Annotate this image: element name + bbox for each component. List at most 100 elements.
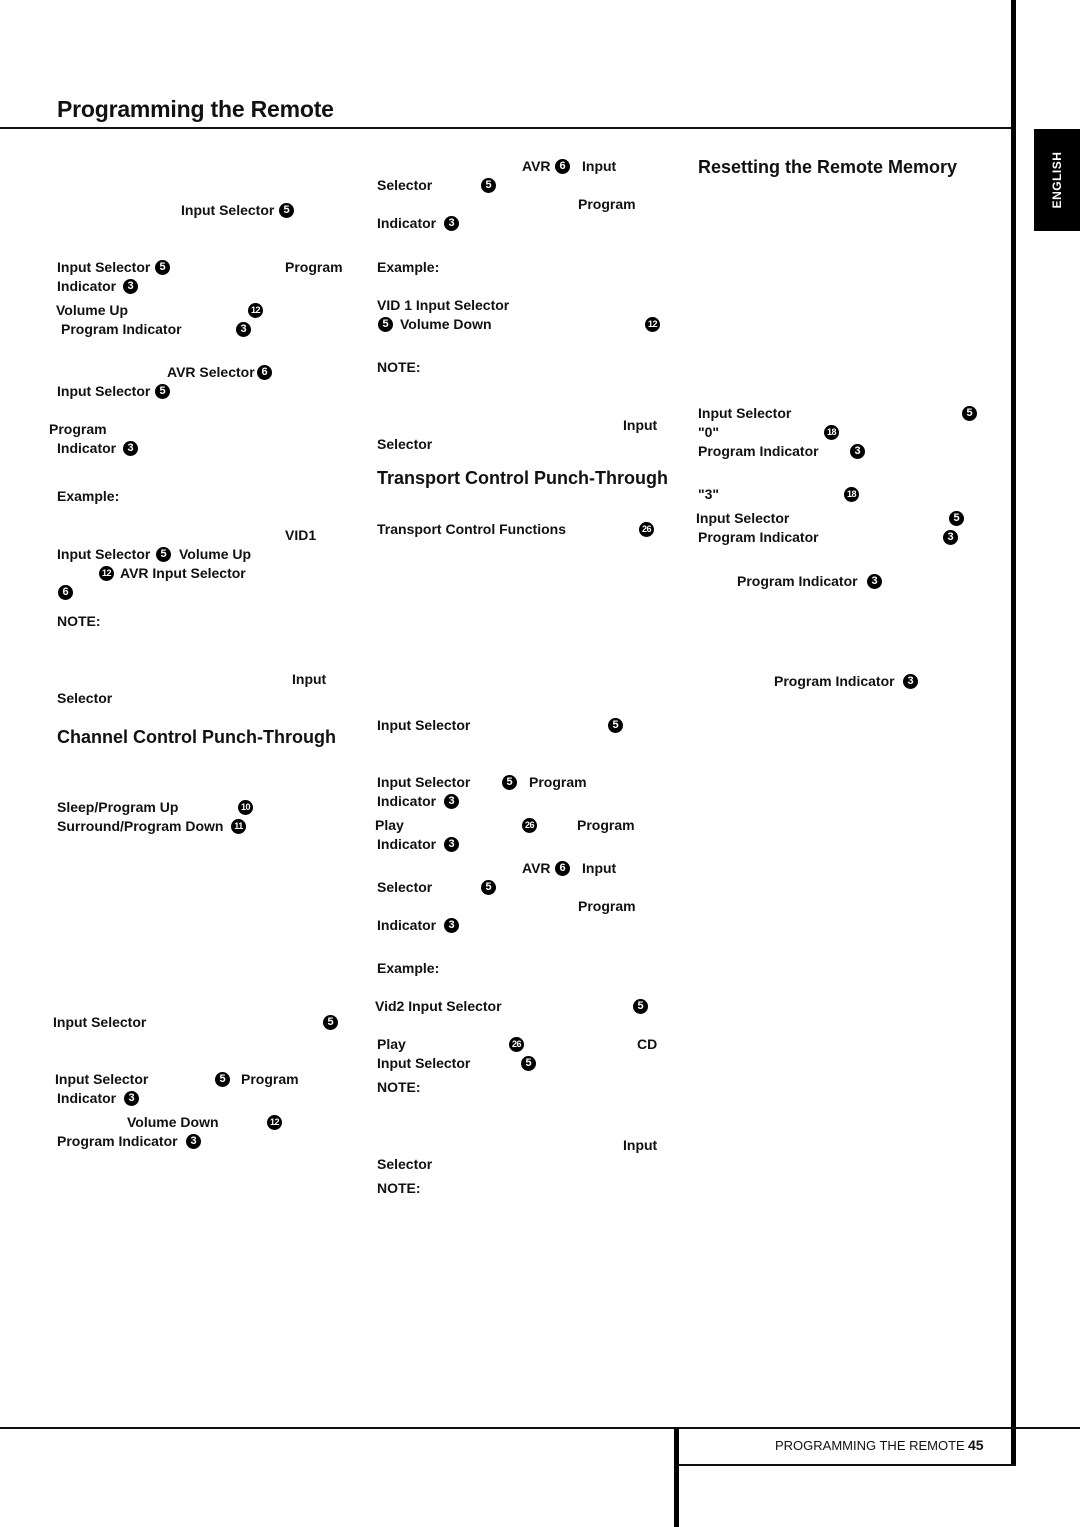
text-fragment: Input Selector [698, 405, 792, 421]
callout-badge: 5 [481, 178, 496, 193]
text-fragment: "0" [698, 424, 720, 440]
callout-badge: 3 [124, 1091, 139, 1106]
callout-badge: 26 [639, 522, 654, 537]
callout-badge: 10 [238, 800, 253, 815]
text-fragment: VID 1 Input Selector [377, 297, 510, 313]
note-label: NOTE: [377, 1079, 421, 1095]
callout-badge: 3 [444, 794, 459, 809]
text-fragment: Volume Down [400, 316, 492, 332]
text-fragment: Selector [57, 690, 113, 706]
callout-badge: 12 [645, 317, 660, 332]
text-fragment: Input Selector [53, 1014, 147, 1030]
text-fragment: Volume Up [56, 302, 129, 318]
text-fragment: Program Indicator [61, 321, 182, 337]
text-fragment: Input Selector [377, 774, 471, 790]
note-label: NOTE: [57, 613, 101, 629]
text-fragment: AVR [522, 158, 551, 174]
callout-badge: 6 [257, 365, 272, 380]
text-fragment: Indicator [377, 917, 437, 933]
callout-badge: 5 [633, 999, 648, 1014]
note-label: NOTE: [377, 1180, 421, 1196]
callout-badge: 18 [844, 487, 859, 502]
text-fragment: Example: [377, 259, 440, 275]
callout-badge: 3 [186, 1134, 201, 1149]
text-fragment: Transport Control Functions [377, 521, 566, 537]
page-number: 45 [968, 1437, 984, 1453]
callout-badge: 3 [444, 216, 459, 231]
text-fragment: Play [375, 817, 404, 833]
text-fragment: Indicator [57, 1090, 117, 1106]
section-heading-transport-control: Transport Control Punch-Through [377, 468, 668, 488]
callout-badge: 3 [444, 918, 459, 933]
language-tab: ENGLISH [1034, 129, 1080, 231]
callout-badge: 3 [850, 444, 865, 459]
text-fragment: Selector [377, 879, 433, 895]
callout-badge: 12 [99, 566, 114, 581]
text-fragment: Input [292, 671, 327, 687]
footer-section-label: PROGRAMMING THE REMOTE [775, 1438, 965, 1453]
text-fragment: Input [582, 158, 617, 174]
text-fragment: Program Indicator [698, 529, 819, 545]
callout-badge: 18 [824, 425, 839, 440]
right-margin-bar [1011, 0, 1016, 1466]
footer-left-bar [674, 1428, 679, 1527]
text-fragment: "3" [698, 486, 720, 502]
header-rule [0, 127, 1012, 129]
callout-badge: 5 [608, 718, 623, 733]
callout-badge: 5 [949, 511, 964, 526]
callout-badge: 3 [867, 574, 882, 589]
text-fragment: AVR [522, 860, 551, 876]
text-fragment: Input Selector [57, 383, 151, 399]
callout-badge: 5 [155, 260, 170, 275]
text-fragment: Play [377, 1036, 406, 1052]
text-fragment: Input Selector [57, 546, 151, 562]
callout-badge: 5 [279, 203, 294, 218]
callout-badge: 5 [215, 1072, 230, 1087]
callout-badge: 11 [231, 819, 246, 834]
text-fragment: Program Indicator [57, 1133, 178, 1149]
footer-box-rule [679, 1464, 1016, 1466]
note-label: NOTE: [377, 359, 421, 375]
text-fragment: Input Selector [55, 1071, 149, 1087]
text-fragment: Indicator [377, 836, 437, 852]
text-fragment: AVR Input Selector [120, 565, 246, 581]
callout-badge: 12 [267, 1115, 282, 1130]
text-fragment: Example: [57, 488, 120, 504]
callout-badge: 5 [521, 1056, 536, 1071]
text-fragment: Program [578, 196, 636, 212]
text-fragment: Indicator [57, 278, 117, 294]
callout-badge: 3 [903, 674, 918, 689]
text-fragment: Surround/Program Down [57, 818, 224, 834]
text-fragment: Input [623, 417, 658, 433]
text-fragment: Indicator [377, 215, 437, 231]
text-fragment: Selector [377, 436, 433, 452]
text-fragment: Program [529, 774, 587, 790]
text-fragment: Program [241, 1071, 299, 1087]
callout-badge: 3 [236, 322, 251, 337]
text-fragment: Program [49, 421, 107, 437]
text-fragment: Input Selector [377, 1055, 471, 1071]
text-fragment: Input [582, 860, 617, 876]
text-fragment: Selector [377, 177, 433, 193]
text-fragment: Program [285, 259, 343, 275]
text-fragment: Input Selector [696, 510, 790, 526]
text-fragment: Program [578, 898, 636, 914]
language-tab-label: ENGLISH [1050, 151, 1064, 209]
text-fragment: Program Indicator [737, 573, 858, 589]
callout-badge: 3 [943, 530, 958, 545]
callout-badge: 6 [555, 861, 570, 876]
section-heading-resetting-memory: Resetting the Remote Memory [698, 157, 958, 177]
text-fragment: CD [637, 1036, 658, 1052]
text-fragment: Input Selector [377, 717, 471, 733]
footer-rule [0, 1427, 1080, 1429]
callout-badge: 12 [248, 303, 263, 318]
text-fragment: Volume Up [179, 546, 252, 562]
text-fragment: AVR Selector [167, 364, 255, 380]
callout-badge: 26 [509, 1037, 524, 1052]
callout-badge: 6 [58, 585, 73, 600]
text-fragment: Input [623, 1137, 658, 1153]
page-title: Programming the Remote [57, 96, 334, 122]
callout-badge: 5 [481, 880, 496, 895]
text-fragment: Example: [377, 960, 440, 976]
text-fragment: Sleep/Program Up [57, 799, 179, 815]
